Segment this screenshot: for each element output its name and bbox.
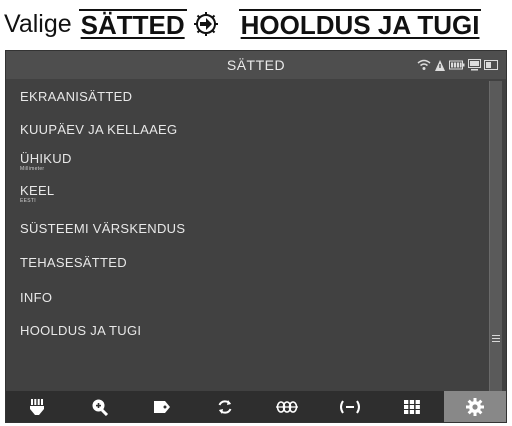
screen-icon: [484, 60, 498, 70]
refresh-icon: [216, 398, 234, 416]
list-item-hooldus-ja-tugi[interactable]: HOOLDUS JA TUGI: [20, 323, 141, 338]
list-item-subvalue: Millimeter: [20, 166, 45, 172]
toolbar-button-refresh[interactable]: [194, 391, 257, 422]
bottom-toolbar: [6, 391, 506, 422]
wifi-icon: [417, 59, 431, 71]
instruction-prefix: Valige: [4, 9, 72, 38]
list-item-ekraanisatted[interactable]: EKRAANISÄTTED: [20, 89, 132, 104]
list-item-subvalue: EESTI: [20, 198, 36, 204]
instruction-menu-name: SÄTTED: [78, 9, 187, 40]
device-screen: SÄTTED EKRAANISÄTTED KUUPÄEV JA KELLAAEG: [5, 50, 507, 423]
list-item-info[interactable]: INFO: [20, 290, 52, 305]
toolbar-button-coil[interactable]: [256, 391, 319, 422]
coil-icon: [276, 400, 299, 414]
instruction-banner: Valige SÄTTED HOOLDUS JA TUGI: [4, 4, 508, 44]
gear-icon: [465, 397, 485, 417]
list-item-uhikud[interactable]: ÜHIKUD Millimeter: [20, 151, 72, 172]
toolbar-button-grid[interactable]: [381, 391, 444, 422]
title-bar: SÄTTED: [6, 51, 506, 79]
locator-icon: [29, 398, 45, 416]
arrow-right-icon: [193, 11, 219, 37]
list-item-tehasesatted[interactable]: TEHASESÄTTED: [20, 255, 127, 270]
toolbar-button-locator[interactable]: [6, 391, 69, 422]
scroll-thumb[interactable]: [491, 333, 501, 345]
zoom-in-icon: [91, 398, 109, 416]
grid-icon: [403, 399, 421, 415]
list-item-keel[interactable]: KEEL EESTI: [20, 183, 54, 204]
computer-icon: [468, 59, 481, 71]
instruction-target-name: HOOLDUS JA TUGI: [238, 9, 482, 40]
toolbar-button-tag[interactable]: [131, 391, 194, 422]
battery-icon: [449, 60, 465, 70]
list-item-susteemi-varskendus[interactable]: SÜSTEEMI VÄRSKENDUS: [20, 221, 185, 236]
settings-list: EKRAANISÄTTED KUUPÄEV JA KELLAAEG ÜHIKUD…: [6, 79, 486, 393]
toolbar-button-signal[interactable]: [319, 391, 382, 422]
scrollbar[interactable]: [489, 81, 502, 391]
list-item-kuupaev-ja-kellaaeg[interactable]: KUUPÄEV JA KELLAAEG: [20, 122, 177, 137]
toolbar-button-zoom[interactable]: [69, 391, 132, 422]
status-icons: [417, 57, 498, 73]
toolbar-button-settings[interactable]: [443, 391, 506, 422]
alert-icon: [434, 59, 446, 72]
tag-icon: [153, 399, 171, 415]
signal-icon: [339, 399, 361, 415]
